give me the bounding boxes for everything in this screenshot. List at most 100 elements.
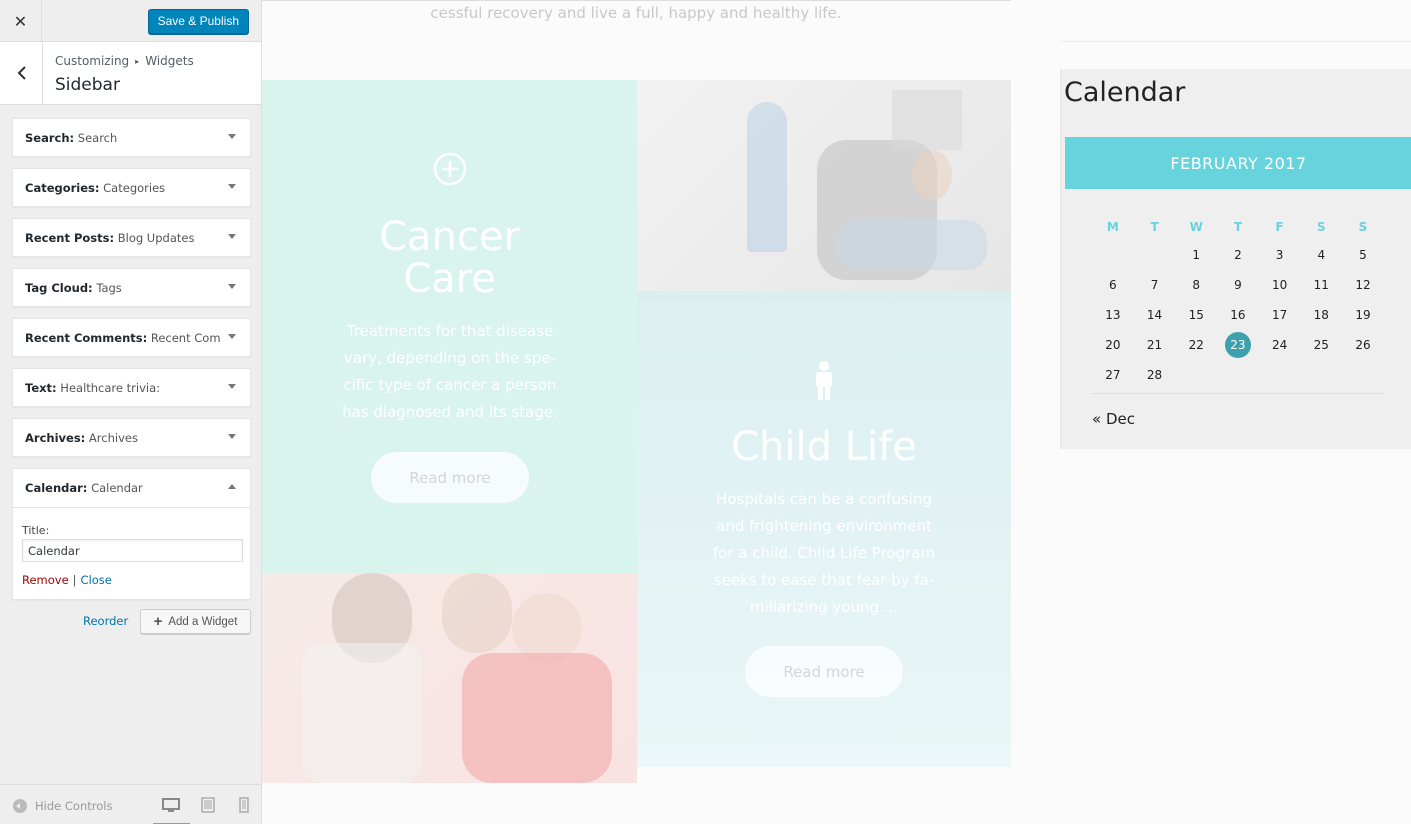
weekday-label: F: [1275, 220, 1284, 234]
calendar-day[interactable]: 28: [1134, 368, 1176, 382]
calendar-day[interactable]: 6: [1092, 278, 1134, 292]
person-icon: [812, 361, 836, 405]
back-button[interactable]: [0, 42, 43, 104]
sidebar-top-strip: [1060, 0, 1411, 42]
widget-search[interactable]: Search: Search: [12, 118, 251, 157]
calendar-day[interactable]: 13: [1092, 308, 1134, 322]
widget-recent-posts[interactable]: Recent Posts: Blog Updates: [12, 218, 251, 257]
caret-up-icon[interactable]: [228, 484, 236, 489]
calendar-day[interactable]: 17: [1259, 308, 1301, 322]
close-link[interactable]: Close: [81, 573, 112, 587]
calendar-day[interactable]: 19: [1342, 308, 1384, 322]
calendar-day[interactable]: 23: [1217, 332, 1259, 358]
calendar-week-row: 13 14 15 16 17 18 19: [1092, 300, 1384, 330]
calendar-day[interactable]: 24: [1259, 338, 1301, 352]
widget-text[interactable]: Text: Healthcare trivia:: [12, 368, 251, 407]
calendar-day[interactable]: 22: [1175, 338, 1217, 352]
calendar-day[interactable]: 16: [1217, 308, 1259, 322]
caret-down-icon[interactable]: [228, 184, 236, 189]
cancer-care-heading: Cancer Care: [262, 216, 637, 300]
breadcrumb-separator: ▸: [135, 56, 140, 66]
calendar-day[interactable]: 8: [1175, 278, 1217, 292]
cancer-read-more-button[interactable]: Read more: [371, 452, 529, 503]
caret-down-icon[interactable]: [228, 134, 236, 139]
calendar-prev-month-link[interactable]: « Dec: [1092, 410, 1135, 428]
child-life-text: Hospitals can be a confusing and frighte…: [712, 490, 936, 616]
calendar-day[interactable]: 3: [1259, 248, 1301, 262]
widget-instance-title: Calendar: [91, 481, 143, 495]
caret-down-icon[interactable]: [228, 234, 236, 239]
caret-down-icon[interactable]: [228, 284, 236, 289]
widget-type: Search:: [25, 131, 75, 145]
title-input[interactable]: [22, 539, 243, 562]
calendar-weeks: 1 2 3 4 5 6 7 8 9 10 11 12 13 14 15 16 17 18 19 20 21 22 23 24 2…: [1092, 240, 1384, 390]
calendar-day[interactable]: 7: [1134, 278, 1176, 292]
plus-icon: +: [153, 613, 163, 630]
calendar-grid: M T W T F S S 1 2 3 4 5 6 7 8 9 10 11 12 13 14 15 16 17 1…: [1092, 216, 1384, 390]
weekday-label: T: [1233, 220, 1242, 234]
pediatric-photo: [262, 573, 637, 783]
child-read-more-button[interactable]: Read more: [745, 646, 903, 697]
widget-title: Calendar: Calendar: [25, 481, 143, 495]
child-life-card: Child Life Hospitals can be a confusing …: [637, 291, 1011, 767]
widget-actions: Remove | Close: [22, 573, 112, 587]
tablet-preview-icon[interactable]: [198, 797, 218, 813]
calendar-day[interactable]: 14: [1134, 308, 1176, 322]
calendar-day[interactable]: 15: [1175, 308, 1217, 322]
widget-title: Tag Cloud: Tags: [25, 281, 122, 295]
photo-shape: [892, 90, 962, 150]
collapse-icon: [13, 799, 27, 813]
widget-calendar-header[interactable]: Calendar: Calendar: [13, 469, 250, 507]
hide-controls-label: Hide Controls: [35, 799, 113, 813]
widget-recent-comments[interactable]: Recent Comments: Recent Com...: [12, 318, 251, 357]
calendar-day[interactable]: 9: [1217, 278, 1259, 292]
calendar-day[interactable]: 10: [1259, 278, 1301, 292]
widget-instance-title: Tags: [96, 281, 122, 295]
calendar-day[interactable]: 18: [1300, 308, 1342, 322]
calendar-day[interactable]: 27: [1092, 368, 1134, 382]
calendar-day[interactable]: 2: [1217, 248, 1259, 262]
action-separator: |: [72, 573, 77, 587]
calendar-day[interactable]: 26: [1342, 338, 1384, 352]
weekday-label: M: [1106, 220, 1119, 234]
caret-down-icon[interactable]: [228, 434, 236, 439]
hide-controls-button[interactable]: Hide Controls: [13, 799, 112, 813]
add-widget-button[interactable]: + Add a Widget: [140, 609, 251, 634]
calendar-day[interactable]: 12: [1342, 278, 1384, 292]
calendar-widget: Calendar FEBRUARY 2017 M T W T F S S 123…: [1060, 69, 1411, 449]
widget-title: Text: Healthcare trivia:: [25, 381, 160, 395]
photo-shape: [302, 643, 422, 783]
calendar-week-row: 20 21 22 23 24 25 26: [1092, 330, 1384, 360]
widget-title: Archives: Archives: [25, 431, 138, 445]
caret-down-icon[interactable]: [228, 384, 236, 389]
section-header: Customizing ▸ Widgets Sidebar: [0, 42, 261, 105]
widget-tag-cloud[interactable]: Tag Cloud: Tags: [12, 268, 251, 307]
mobile-preview-icon[interactable]: [234, 797, 254, 813]
calendar-week-row: 12345: [1092, 240, 1384, 270]
calendar-day[interactable]: 4: [1300, 248, 1342, 262]
remove-link[interactable]: Remove: [22, 573, 69, 587]
reorder-link[interactable]: Reorder: [83, 614, 128, 628]
widget-type: Calendar:: [25, 481, 88, 495]
heading-line: Cancer: [379, 214, 520, 260]
calendar-day[interactable]: 5: [1342, 248, 1384, 262]
widget-type: Recent Comments:: [25, 331, 148, 345]
calendar-day[interactable]: 20: [1092, 338, 1134, 352]
calendar-day[interactable]: 11: [1300, 278, 1342, 292]
chevron-left-icon: [17, 66, 26, 80]
calendar-today-marker: 23: [1224, 332, 1251, 358]
calendar-day[interactable]: 25: [1300, 338, 1342, 352]
close-icon[interactable]: ✕: [0, 0, 42, 42]
treatment-photo: [637, 80, 1011, 291]
widget-calendar: Calendar: Calendar Title: Remove| Close: [12, 468, 251, 600]
breadcrumb-current: Widgets: [145, 54, 194, 68]
customizer-header: ✕ Save & Publish: [0, 0, 261, 42]
calendar-day[interactable]: 1: [1175, 248, 1217, 262]
calendar-day[interactable]: 21: [1134, 338, 1176, 352]
desktop-preview-icon[interactable]: [153, 797, 190, 824]
widget-title: Categories: Categories: [25, 181, 165, 195]
widget-categories[interactable]: Categories: Categories: [12, 168, 251, 207]
caret-down-icon[interactable]: [228, 334, 236, 339]
widget-archives[interactable]: Archives: Archives: [12, 418, 251, 457]
save-publish-button[interactable]: Save & Publish: [147, 9, 249, 34]
